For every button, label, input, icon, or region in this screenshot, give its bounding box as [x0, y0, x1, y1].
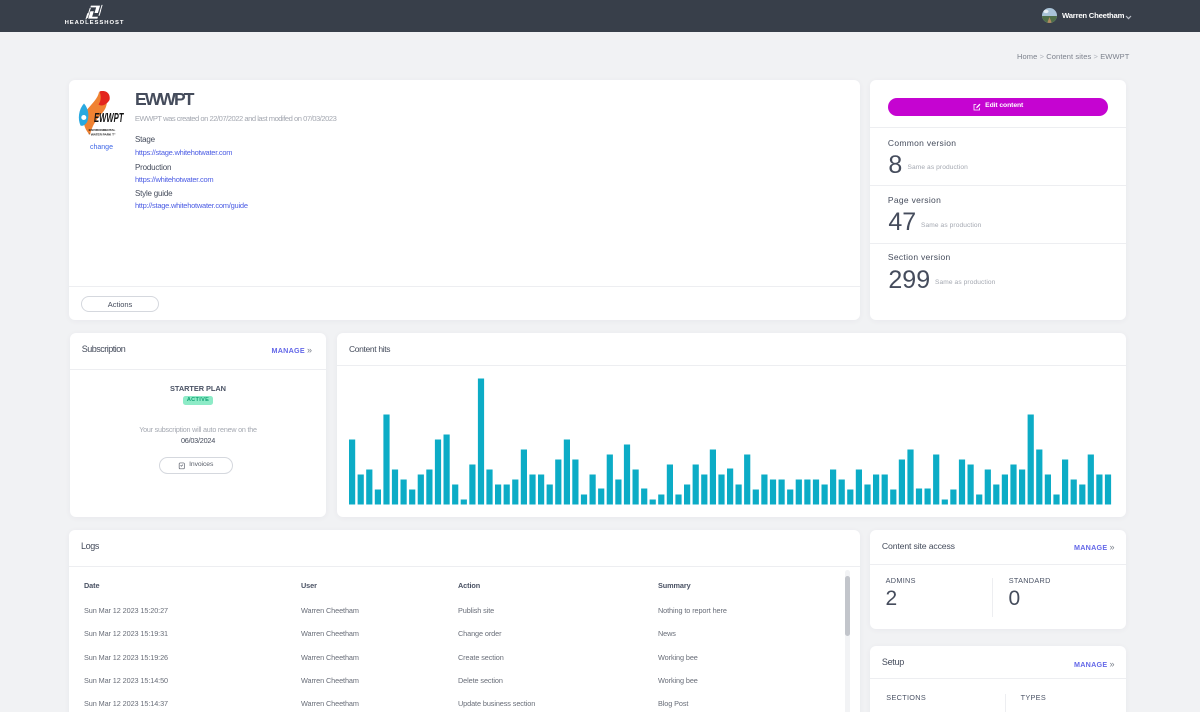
svg-text:EWWPT: EWWPT — [94, 110, 124, 125]
svg-text:" WATER PARK T": " WATER PARK T" — [89, 132, 116, 136]
